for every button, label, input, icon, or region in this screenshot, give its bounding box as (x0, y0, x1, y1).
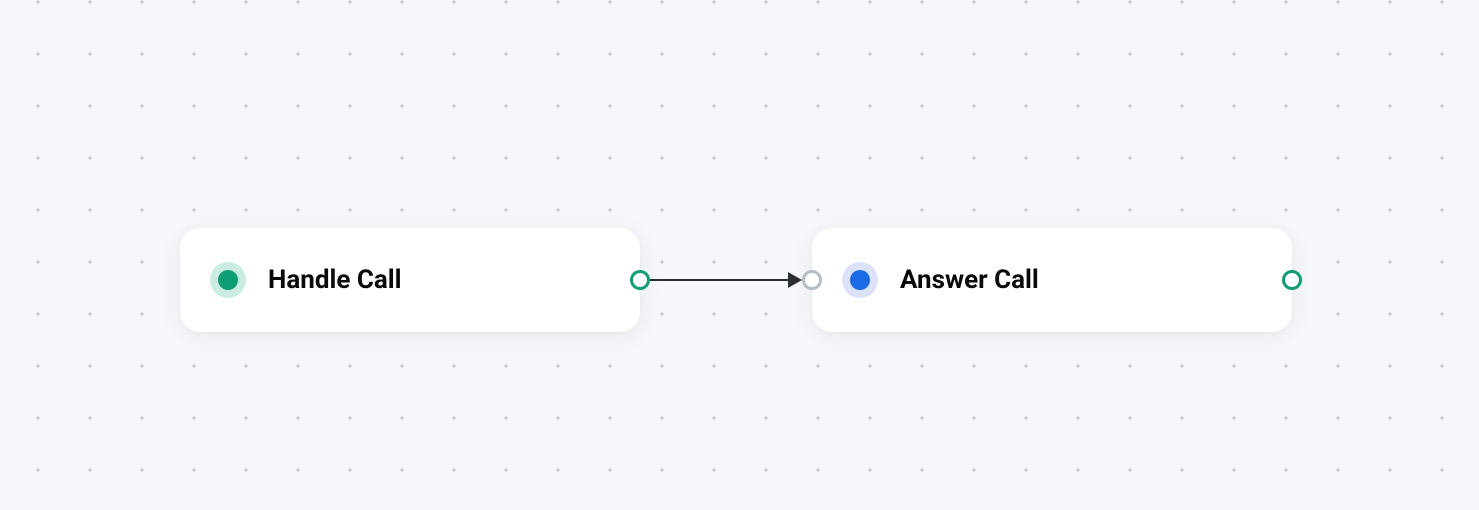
node-handle-call[interactable]: Handle Call (180, 228, 640, 332)
node-status-indicator (210, 262, 246, 298)
flow-canvas[interactable]: Handle Call Answer Call (0, 0, 1479, 510)
input-port[interactable] (802, 270, 822, 290)
status-dot-icon (218, 270, 238, 290)
node-label: Handle Call (268, 265, 402, 295)
edge-arrowhead-icon (788, 272, 802, 288)
output-port[interactable] (1282, 270, 1302, 290)
node-answer-call[interactable]: Answer Call (812, 228, 1292, 332)
node-status-indicator (842, 262, 878, 298)
status-dot-icon (850, 270, 870, 290)
output-port[interactable] (630, 270, 650, 290)
node-label: Answer Call (900, 265, 1039, 295)
